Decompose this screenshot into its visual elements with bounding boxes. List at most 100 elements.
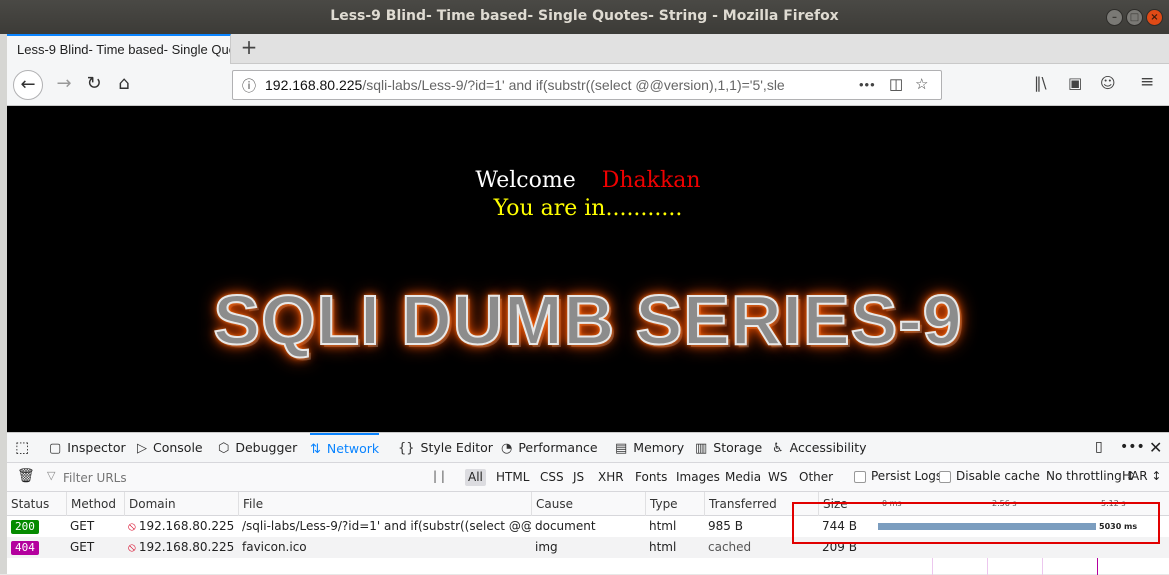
reload-icon[interactable]: ↻ <box>79 70 109 100</box>
tab-label: Console <box>153 440 203 455</box>
user-name: Dhakkan <box>601 168 701 193</box>
close-window-icon[interactable]: × <box>1146 9 1163 26</box>
window-title: Less-9 Blind- Time based- Single Quotes-… <box>330 8 839 24</box>
inspector-icon: ▢ <box>49 441 62 456</box>
status-badge: 200 <box>11 520 39 534</box>
tab-memory[interactable]: ▤ Memory <box>615 433 684 462</box>
network-icon: ⇅ <box>310 442 321 457</box>
domain-text: 192.168.80.225 <box>138 519 235 533</box>
cell-type: html <box>649 540 677 554</box>
cell-method: GET <box>70 519 95 533</box>
account-icon[interactable]: ☺ <box>1100 74 1116 92</box>
filter-media[interactable]: Media <box>722 469 764 486</box>
welcome-line: Welcome Dhakkan <box>7 168 1169 193</box>
tab-inspector[interactable]: ▢ Inspector <box>49 433 126 462</box>
cell-domain: ⦸ 192.168.80.225 <box>124 516 238 537</box>
filter-urls-input[interactable] <box>43 468 423 488</box>
column-file[interactable]: File <box>238 492 531 516</box>
tab-style-editor[interactable]: {} Style Editor <box>398 433 493 462</box>
url-text[interactable]: 192.168.80.225/sqli-labs/Less-9/?id=1' a… <box>265 77 835 93</box>
cell-cause: document <box>535 519 596 533</box>
har-menu[interactable]: HAR ↕ <box>1122 469 1161 483</box>
devtools-panel: ⬚ ▢ Inspector ▷ Console ⬡ Debugger ⇅ Network {} S… <box>7 432 1169 575</box>
column-cause[interactable]: Cause <box>531 492 645 516</box>
tab-console[interactable]: ▷ Console <box>137 433 203 462</box>
tab-label: Network <box>326 441 380 456</box>
info-icon[interactable]: ⓘ <box>242 76 256 96</box>
tab-network[interactable]: ⇅ Network <box>310 433 380 462</box>
column-method[interactable]: Method <box>66 492 124 516</box>
window-titlebar: Less-9 Blind- Time based- Single Quotes-… <box>0 0 1169 34</box>
domain-text: 192.168.80.225 <box>138 540 235 554</box>
filter-css[interactable]: CSS <box>537 469 567 486</box>
highlight-annotation <box>792 502 1160 544</box>
tab-accessibility[interactable]: ♿ Accessibility <box>772 433 867 462</box>
page-content: Welcome Dhakkan You are in........... SQL… <box>7 106 1169 432</box>
maximize-icon[interactable]: □ <box>1126 9 1143 26</box>
background-window-edge <box>0 34 7 574</box>
tab-strip: Less-9 Blind- Time based- Single Quotes-… <box>7 34 1169 64</box>
filter-fonts[interactable]: Fonts <box>632 469 670 486</box>
pocket-icon[interactable]: ◫ <box>889 75 903 93</box>
trash-icon[interactable]: 🗑 <box>17 468 35 484</box>
tab-label: Debugger <box>235 440 298 455</box>
element-picker-icon[interactable]: ⬚ <box>15 433 29 462</box>
back-button[interactable]: ← <box>13 70 43 100</box>
tab-label: Memory <box>633 440 685 455</box>
persist-logs-checkbox[interactable] <box>854 471 866 483</box>
tab-label: Style Editor <box>420 440 493 455</box>
cell-method: GET <box>70 540 95 554</box>
url-path: /sqli-labs/Less-9/?id=1' and if(substr((… <box>362 77 785 93</box>
status-message: You are in........... <box>493 196 683 221</box>
url-bar[interactable]: ⓘ 192.168.80.225/sqli-labs/Less-9/?id=1'… <box>232 70 942 100</box>
tab-debugger[interactable]: ⬡ Debugger <box>218 433 297 462</box>
persist-logs-label: Persist Logs <box>871 469 943 483</box>
column-status[interactable]: Status <box>7 492 66 516</box>
menu-icon[interactable]: ≡ <box>1140 72 1154 92</box>
debugger-icon: ⬡ <box>218 441 230 456</box>
cell-cause: img <box>535 540 558 554</box>
disable-cache-checkbox[interactable] <box>939 471 951 483</box>
cell-status: 200 <box>7 516 66 537</box>
forward-button[interactable]: → <box>49 70 79 100</box>
memory-icon: ▤ <box>615 441 628 456</box>
navigation-toolbar: ← → ↻ ⌂ ⓘ 192.168.80.225/sqli-labs/Less-… <box>7 64 1169 106</box>
welcome-text: Welcome <box>475 168 576 193</box>
tab-storage[interactable]: ▥ Storage <box>695 433 762 462</box>
filter-other[interactable]: Other <box>796 469 836 486</box>
insecure-lock-icon: ⦸ <box>128 519 136 533</box>
home-icon[interactable]: ⌂ <box>109 70 139 100</box>
accessibility-icon: ♿ <box>772 441 784 456</box>
close-devtools-icon[interactable]: ✕ <box>1149 433 1162 462</box>
cell-type: html <box>649 519 677 533</box>
filter-html[interactable]: HTML <box>493 469 532 486</box>
library-icon[interactable]: ‖\ <box>1034 74 1047 92</box>
more-options-icon[interactable]: ••• <box>1120 433 1145 462</box>
cell-status: 404 <box>7 537 66 558</box>
filter-ws[interactable]: WS <box>765 469 790 486</box>
column-type[interactable]: Type <box>645 492 704 516</box>
console-icon: ▷ <box>137 441 147 456</box>
sidebar-icon[interactable]: ▣ <box>1068 74 1082 92</box>
network-toolbar: 🗑 ▽ | | AllHTMLCSSJSXHRFontsImagesMediaW… <box>7 463 1169 492</box>
bookmark-star-icon[interactable]: ☆ <box>915 75 928 93</box>
tab-label: Inspector <box>67 440 126 455</box>
filter-js[interactable]: JS <box>570 469 587 486</box>
devtools-tabbar: ⬚ ▢ Inspector ▷ Console ⬡ Debugger ⇅ Network {} S… <box>7 433 1169 463</box>
cell-file: favicon.ico <box>242 540 307 554</box>
filter-all[interactable]: All <box>465 469 486 486</box>
minimize-icon[interactable]: – <box>1106 9 1123 26</box>
new-tab-icon[interactable]: + <box>237 36 261 60</box>
dock-icon[interactable]: ▯ <box>1095 433 1103 462</box>
tab-label: Performance <box>518 440 598 455</box>
browser-tab[interactable]: Less-9 Blind- Time based- Single Quotes-… <box>7 34 231 64</box>
performance-icon: ◔ <box>501 441 513 456</box>
page-actions-icon[interactable]: ••• <box>859 77 876 92</box>
tab-label: Storage <box>713 440 763 455</box>
pause-icon[interactable]: | | <box>433 469 445 483</box>
tab-performance[interactable]: ◔ Performance <box>501 433 598 462</box>
filter-images[interactable]: Images <box>673 469 723 486</box>
filter-xhr[interactable]: XHR <box>595 469 627 486</box>
status-badge: 404 <box>11 541 39 555</box>
column-domain[interactable]: Domain <box>124 492 238 516</box>
